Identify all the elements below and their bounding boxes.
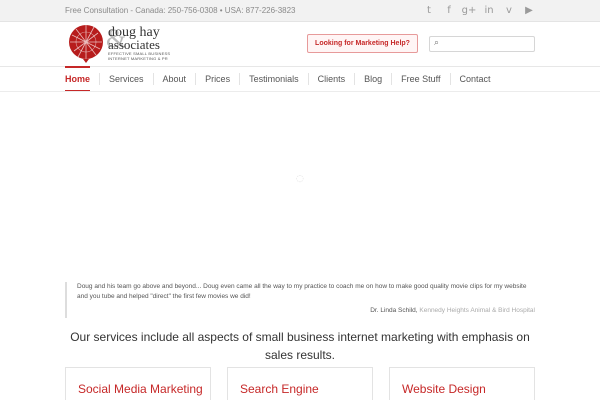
nav-item-blog[interactable]: Blog xyxy=(364,67,382,91)
service-box-social-media[interactable]: Social Media Marketing xyxy=(65,367,211,400)
testimonial-organization[interactable]: Kennedy Heights Animal & Bird Hospital xyxy=(419,307,535,314)
nav-item-home[interactable]: Home xyxy=(65,66,91,91)
contact-phone-text: Free Consultation - Canada: 250-756-0308… xyxy=(65,6,296,15)
testimonial-citation: Dr. Linda Schild, Kennedy Heights Animal… xyxy=(370,307,535,314)
services-tagline: Our services include all aspects of smal… xyxy=(70,330,530,362)
nav-divider xyxy=(152,73,154,85)
nav-item-contact[interactable]: Contact xyxy=(460,67,491,91)
top-bar: Free Consultation - Canada: 250-756-0308… xyxy=(0,0,600,22)
marketing-help-button[interactable]: Looking for Marketing Help? xyxy=(307,34,418,53)
service-title[interactable]: Search Engine xyxy=(240,382,319,396)
nav-item-services[interactable]: Services xyxy=(109,67,144,91)
nav-item-clients[interactable]: Clients xyxy=(318,67,346,91)
nav-item-prices[interactable]: Prices xyxy=(205,67,230,91)
nav-divider xyxy=(195,73,197,85)
testimonial-quote: Doug and his team go above and beyond...… xyxy=(65,282,535,318)
nav-divider xyxy=(354,73,356,85)
nav-item-free-stuff[interactable]: Free Stuff xyxy=(401,67,440,91)
main-nav: Home Services About Prices Testimonials … xyxy=(0,66,600,92)
loading-spinner-icon: ◌ xyxy=(296,174,304,184)
search-box[interactable]: ⌕ xyxy=(429,36,535,52)
hero-slider[interactable]: ◌ xyxy=(0,92,600,278)
testimonial-text: Doug and his team go above and beyond...… xyxy=(77,283,527,300)
nav-divider xyxy=(391,73,393,85)
service-title[interactable]: Social Media Marketing xyxy=(78,382,203,396)
site-header: & doug hay associates EFFECTIVE SMALL BU… xyxy=(0,22,600,66)
nav-divider xyxy=(307,73,309,85)
logo-text[interactable]: doug hay associates EFFECTIVE SMALL BUSI… xyxy=(108,26,170,62)
service-box-website-design[interactable]: Website Design xyxy=(389,367,535,400)
youtube-icon[interactable]: ▶ xyxy=(522,3,536,17)
vimeo-icon[interactable]: v xyxy=(502,3,516,17)
linkedin-icon[interactable]: in xyxy=(482,3,496,17)
google-plus-icon[interactable]: g+ xyxy=(462,3,477,17)
logo-name-associates: associates xyxy=(108,37,160,52)
testimonial-author: Dr. Linda Schild, xyxy=(370,307,420,314)
nav-divider xyxy=(99,73,101,85)
twitter-icon[interactable]: t xyxy=(422,3,436,17)
logo-globe-icon[interactable] xyxy=(66,23,106,63)
search-icon: ⌕ xyxy=(434,38,440,48)
nav-divider xyxy=(449,73,451,85)
nav-item-testimonials[interactable]: Testimonials xyxy=(249,67,299,91)
nav-divider xyxy=(239,73,241,85)
logo-tagline-2: INTERNET MARKETING & PR xyxy=(108,56,168,61)
social-links: t f g+ in v ▶ xyxy=(422,3,536,17)
nav-item-about[interactable]: About xyxy=(163,67,187,91)
facebook-icon[interactable]: f xyxy=(442,3,456,17)
search-input[interactable] xyxy=(446,39,532,49)
service-box-search-engine[interactable]: Search Engine xyxy=(227,367,373,400)
service-title[interactable]: Website Design xyxy=(402,382,486,396)
